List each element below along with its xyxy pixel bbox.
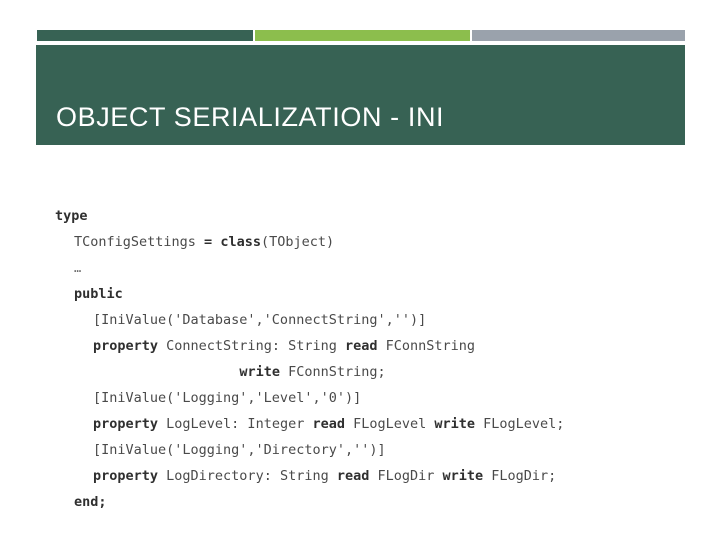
code-keyword: class	[220, 234, 261, 250]
code-keyword: read	[344, 338, 378, 354]
code-keyword: end;	[74, 494, 107, 510]
code-text: LogDirectory: String	[158, 468, 337, 484]
code-text: [IniValue('Database','ConnectString','')…	[93, 312, 427, 328]
code-text: FConnString	[377, 338, 476, 354]
code-keyword: property	[93, 468, 159, 484]
accent-rule-gray-segment	[472, 30, 685, 41]
code-text: ConnectString: String	[158, 338, 345, 354]
code-keyword: write	[442, 468, 484, 484]
code-text: [IniValue('Logging','Directory','')]	[93, 442, 386, 458]
code-line: write FConnString;	[55, 359, 695, 385]
code-text: TConfigSettings	[74, 234, 205, 250]
code-line: property ConnectString: String read FCon…	[55, 333, 695, 359]
code-block: type TConfigSettings = class(TObject) … pub…	[55, 203, 695, 515]
slide-title: OBJECT SERIALIZATION - INI	[56, 102, 445, 132]
code-keyword: public	[74, 286, 123, 302]
code-keyword: =	[204, 234, 221, 250]
code-keyword: property	[93, 338, 159, 354]
code-keyword: write	[239, 364, 280, 380]
code-keyword: property	[93, 416, 159, 432]
accent-rule-dark-green-segment	[37, 30, 253, 41]
code-keyword: read	[312, 416, 345, 432]
slide-canvas: OBJECT SERIALIZATION - INI type TConfigSe…	[0, 0, 720, 540]
code-text: [IniValue('Logging','Level','0')]	[93, 390, 362, 406]
code-line: type	[55, 203, 695, 229]
code-keyword: read	[336, 468, 370, 484]
code-line: [IniValue('Database','ConnectString','')…	[55, 307, 695, 333]
code-line: [IniValue('Logging','Level','0')]	[55, 385, 695, 411]
accent-rule	[37, 30, 685, 41]
code-text: FLogDir	[369, 468, 443, 484]
code-text: FLogLevel;	[475, 416, 565, 432]
accent-rule-lime-green-segment	[255, 30, 470, 41]
title-banner: OBJECT SERIALIZATION - INI	[36, 45, 685, 145]
code-line: [IniValue('Logging','Directory','')]	[55, 437, 695, 463]
code-line: property LogDirectory: String read FLogD…	[55, 463, 695, 489]
code-line: public	[55, 281, 695, 307]
code-text: FLogLevel	[344, 416, 435, 432]
code-text: FLogDir;	[483, 468, 557, 484]
code-line: …	[55, 255, 695, 281]
code-text: (TObject)	[260, 234, 335, 250]
code-line: end;	[55, 489, 695, 515]
code-keyword: type	[55, 208, 88, 224]
code-text: …	[74, 261, 82, 275]
code-keyword: write	[434, 416, 476, 432]
code-text: LogLevel: Integer	[158, 416, 313, 432]
code-text: FConnString;	[279, 364, 386, 380]
code-line: TConfigSettings = class(TObject)	[55, 229, 695, 255]
code-line: property LogLevel: Integer read FLogLeve…	[55, 411, 695, 437]
